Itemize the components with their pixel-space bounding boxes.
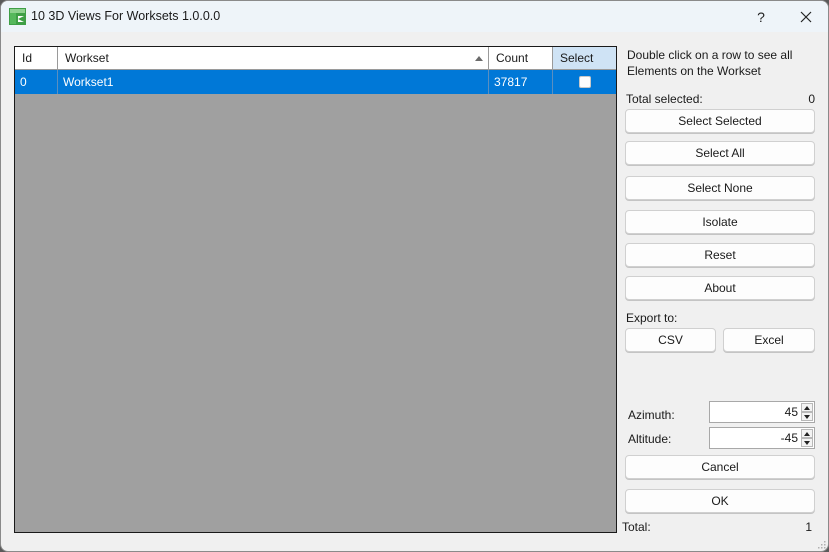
reset-button[interactable]: Reset (625, 243, 815, 267)
spin-up-icon[interactable] (801, 429, 813, 438)
spin-down-icon[interactable] (801, 412, 813, 421)
export-label: Export to: (626, 311, 678, 325)
altitude-spinbox[interactable]: -45 (709, 427, 815, 449)
column-header-select[interactable]: Select (553, 47, 616, 69)
select-all-button[interactable]: Select All (625, 141, 815, 165)
export-csv-button[interactable]: CSV (625, 328, 716, 352)
hint-text: Double click on a row to see all Element… (627, 48, 793, 78)
grid-header: Id Workset Count Select (15, 47, 616, 70)
dialog-window: 10 3D Views For Worksets 1.0.0.0 ? Id Wo… (0, 0, 829, 552)
total-label: Total: (622, 520, 651, 534)
column-label: Count (496, 51, 529, 65)
close-icon (800, 11, 812, 22)
column-header-workset[interactable]: Workset (58, 47, 489, 69)
altitude-spin-buttons (801, 429, 813, 447)
help-button[interactable]: ? (739, 1, 783, 32)
column-header-count[interactable]: Count (489, 47, 553, 69)
column-label: Workset (65, 51, 109, 65)
resize-grip-icon[interactable] (816, 539, 826, 549)
help-icon: ? (757, 8, 765, 25)
export-excel-button[interactable]: Excel (723, 328, 815, 352)
cell-count: 37817 (489, 70, 553, 94)
window-title: 10 3D Views For Worksets 1.0.0.0 (31, 9, 221, 23)
cancel-button[interactable]: Cancel (625, 455, 815, 479)
altitude-label: Altitude: (628, 432, 672, 446)
close-button[interactable] (783, 1, 828, 32)
app-logo-icon (9, 8, 26, 25)
total-value: 1 (805, 520, 812, 534)
azimuth-value[interactable]: 45 (785, 405, 798, 419)
column-header-id[interactable]: Id (15, 47, 58, 69)
ok-button[interactable]: OK (625, 489, 815, 513)
column-label: Select (560, 51, 594, 65)
sort-ascending-icon (475, 56, 483, 61)
azimuth-spinbox[interactable]: 45 (709, 401, 815, 423)
title-bar: 10 3D Views For Worksets 1.0.0.0 ? (1, 1, 828, 32)
table-row[interactable]: 0 Workset1 37817 (15, 70, 616, 94)
azimuth-spin-buttons (801, 403, 813, 421)
cell-select (553, 70, 616, 94)
select-none-button[interactable]: Select None (625, 176, 815, 200)
spin-up-icon[interactable] (801, 403, 813, 412)
total-selected-value: 0 (808, 92, 815, 106)
cell-id: 0 (15, 70, 58, 94)
about-button[interactable]: About (625, 276, 815, 300)
isolate-button[interactable]: Isolate (625, 210, 815, 234)
select-selected-button[interactable]: Select Selected (625, 109, 815, 133)
spin-down-icon[interactable] (801, 438, 813, 447)
altitude-value[interactable]: -45 (781, 431, 798, 445)
total-selected-label: Total selected: (626, 92, 703, 106)
select-checkbox[interactable] (578, 76, 591, 88)
azimuth-label: Azimuth: (628, 408, 675, 422)
column-label: Id (22, 51, 33, 65)
cell-workset: Workset1 (58, 70, 489, 94)
worksets-grid[interactable]: Id Workset Count Select 0 Workset1 37817 (14, 46, 617, 533)
